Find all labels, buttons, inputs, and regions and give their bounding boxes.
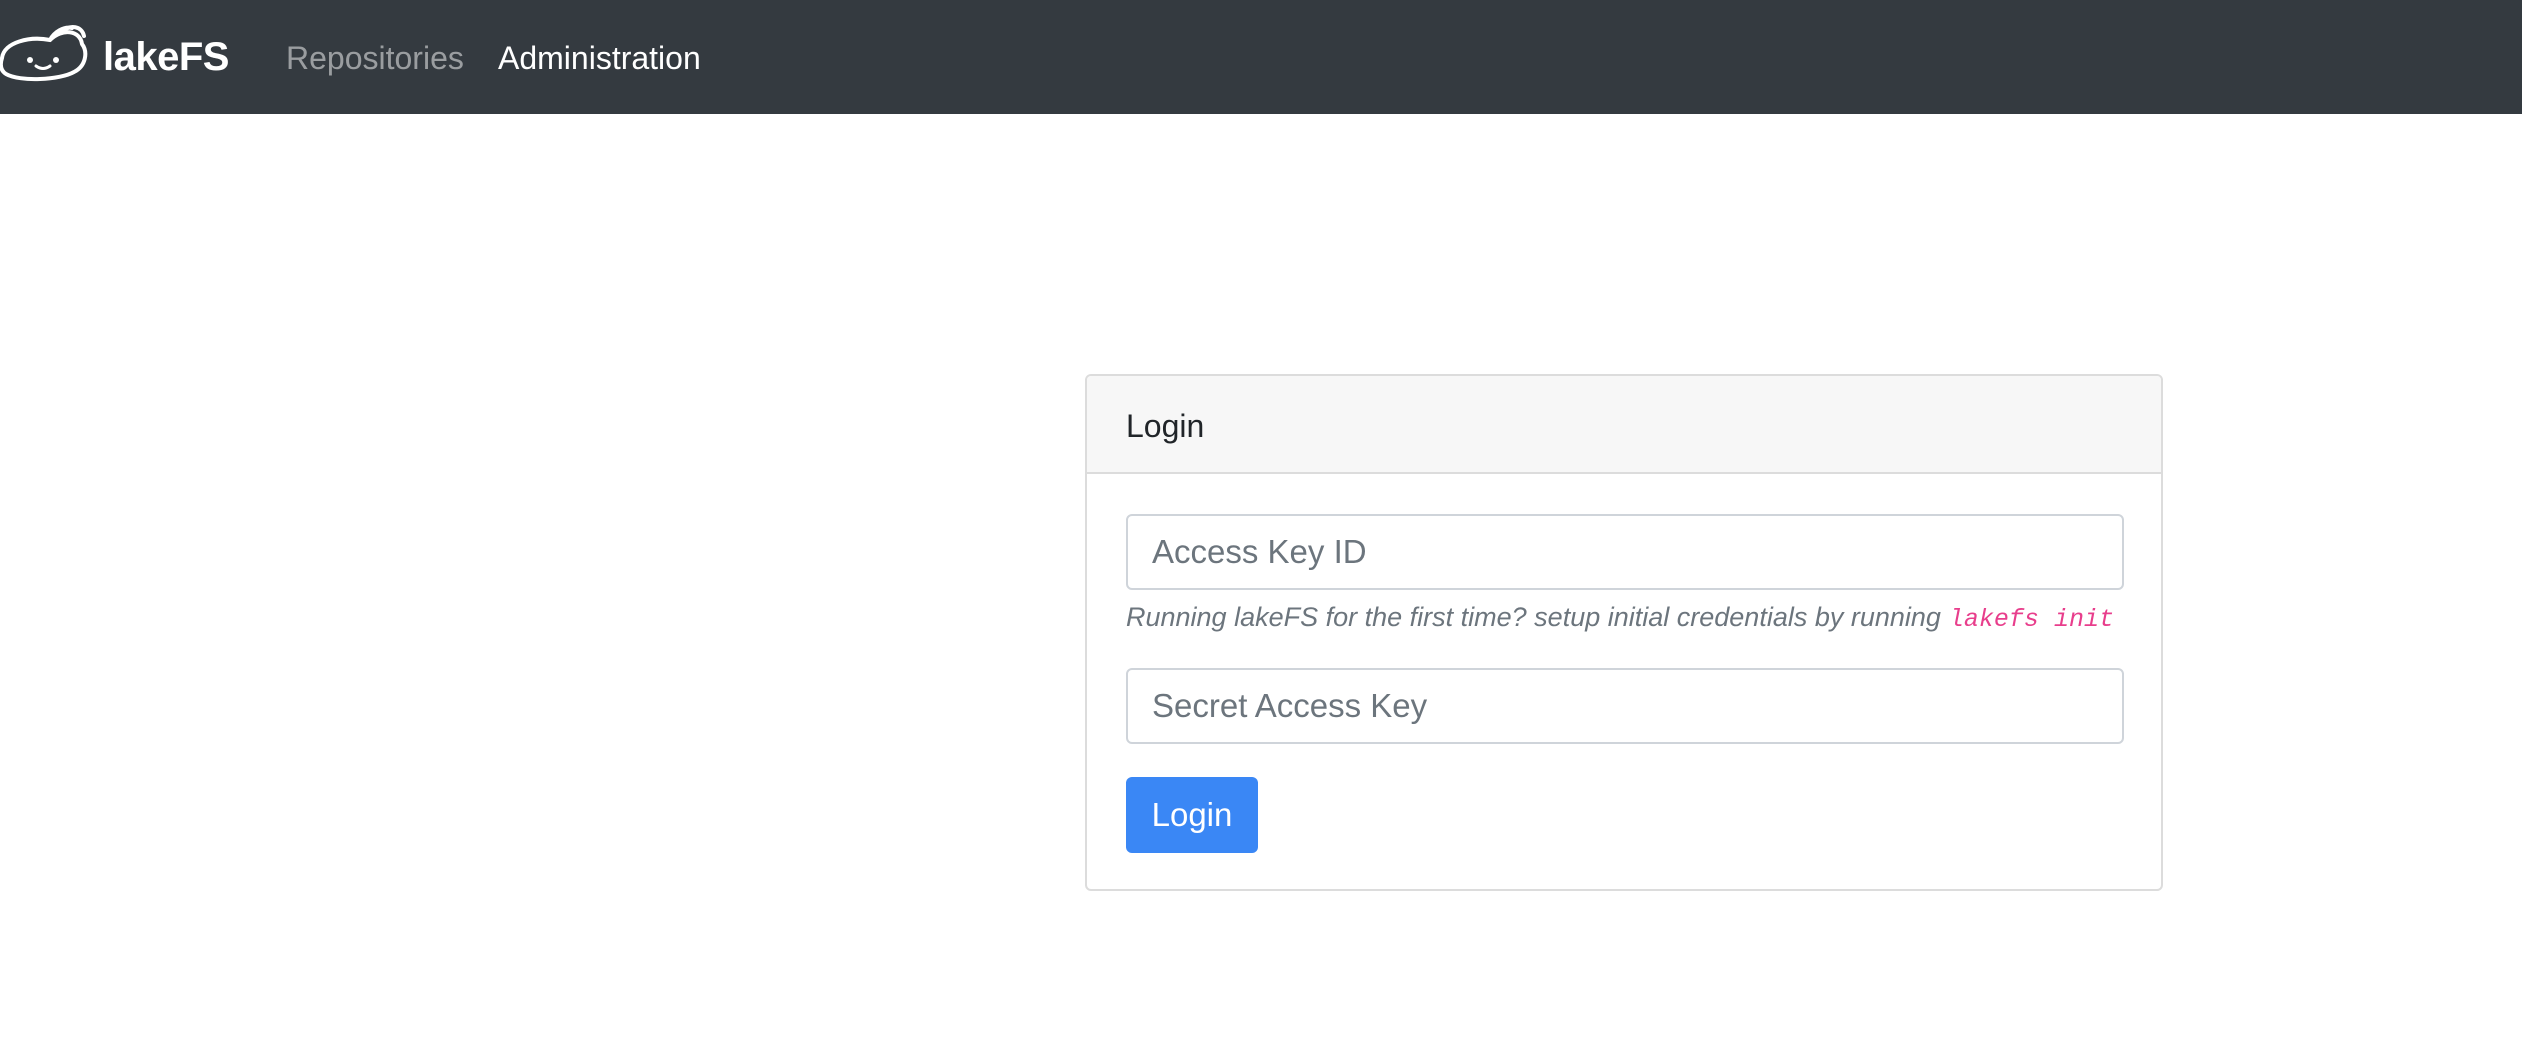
login-card-header: Login [1087, 376, 2161, 474]
nav-link-administration[interactable]: Administration [498, 36, 701, 80]
login-button[interactable]: Login [1126, 777, 1258, 853]
lakefs-init-command: lakefs init [1948, 605, 2114, 634]
secret-access-key-input[interactable] [1126, 668, 2124, 744]
first-time-help-text: Running lakeFS for the first time? setup… [1126, 600, 2114, 637]
access-key-id-input[interactable] [1126, 514, 2124, 590]
top-navbar: lakeFS Repositories Administration [0, 0, 2522, 114]
login-card-title: Login [1126, 408, 1205, 444]
nav-link-repositories[interactable]: Repositories [286, 36, 464, 80]
help-text: Running lakeFS for the first time? setup… [1126, 602, 1941, 632]
login-card: Login Running lakeFS for the first time?… [1085, 374, 2163, 891]
lakefs-logo-icon [0, 25, 88, 82]
brand-name: lakeFS [103, 35, 229, 79]
